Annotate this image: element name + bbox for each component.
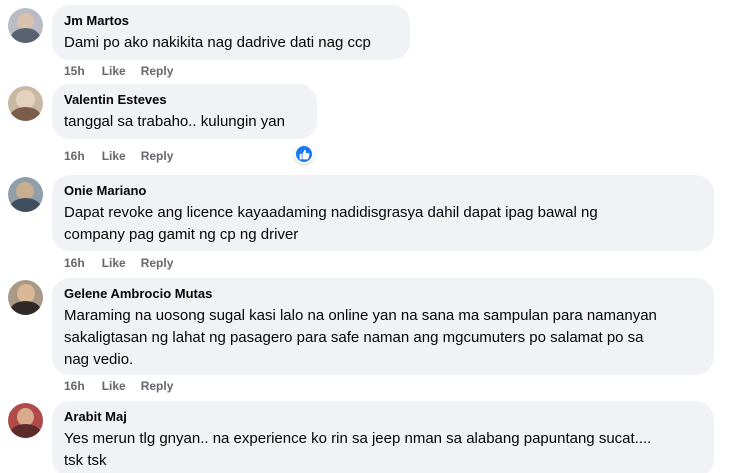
author-name[interactable]: Valentin Esteves	[64, 92, 305, 108]
like-button[interactable]: Like	[102, 255, 126, 271]
comment-text: Dapat revoke ang licence kayaadaming nad…	[64, 202, 702, 246]
avatar[interactable]	[8, 403, 43, 438]
comment-actions: 16h Like Reply	[64, 148, 173, 164]
comment-text: Yes merun tlg gnyan.. na experience ko r…	[64, 428, 702, 472]
avatar[interactable]	[8, 177, 43, 212]
author-name[interactable]: Onie Mariano	[64, 183, 702, 199]
comment-bubble: Jm Martos Dami po ako nakikita nag dadri…	[52, 5, 410, 60]
reply-button[interactable]: Reply	[141, 255, 174, 271]
comment-text-line: Maraming na uosong sugal kasi lalo na on…	[64, 307, 657, 324]
author-name[interactable]: Jm Martos	[64, 13, 398, 29]
like-reaction-icon[interactable]	[294, 144, 314, 164]
comment-text-line: Yes merun tlg gnyan.. na experience ko r…	[64, 430, 652, 447]
comment-bubble: Arabit Maj Yes merun tlg gnyan.. na expe…	[52, 401, 714, 473]
timestamp[interactable]: 15h	[64, 63, 85, 79]
comment-text-line: company pag gamit ng cp ng driver	[64, 226, 299, 243]
avatar[interactable]	[8, 280, 43, 315]
reply-button[interactable]: Reply	[141, 63, 174, 79]
comment-text-line: tsk tsk	[64, 452, 107, 469]
comment-bubble: Onie Mariano Dapat revoke ang licence ka…	[52, 175, 714, 251]
timestamp[interactable]: 16h	[64, 378, 85, 394]
comment-text-line: Dapat revoke ang licence kayaadaming nad…	[64, 204, 598, 221]
comment-actions: 16h Like Reply	[64, 255, 173, 271]
avatar[interactable]	[8, 8, 43, 43]
comment-actions: 15h Like Reply	[64, 63, 173, 79]
avatar[interactable]	[8, 86, 43, 121]
reply-button[interactable]: Reply	[141, 148, 174, 164]
reply-button[interactable]: Reply	[141, 378, 174, 394]
author-name[interactable]: Gelene Ambrocio Mutas	[64, 286, 702, 302]
comment-actions: 16h Like Reply	[64, 378, 173, 394]
comment-bubble: Valentin Esteves tanggal sa trabaho.. ku…	[52, 84, 317, 139]
comment-bubble: Gelene Ambrocio Mutas Maraming na uosong…	[52, 278, 714, 375]
like-button[interactable]: Like	[102, 148, 126, 164]
comment-text: Maraming na uosong sugal kasi lalo na on…	[64, 305, 702, 371]
timestamp[interactable]: 16h	[64, 255, 85, 271]
comment-text-line: sakaligtasan ng lahat ng pasagero para s…	[64, 329, 644, 346]
comment-text-line: nag vedio.	[64, 351, 134, 368]
timestamp[interactable]: 16h	[64, 148, 85, 164]
author-name[interactable]: Arabit Maj	[64, 409, 702, 425]
comment-text: tanggal sa trabaho.. kulungin yan	[64, 113, 285, 130]
comment-text: Dami po ako nakikita nag dadrive dati na…	[64, 34, 371, 51]
like-button[interactable]: Like	[102, 378, 126, 394]
like-button[interactable]: Like	[102, 63, 126, 79]
